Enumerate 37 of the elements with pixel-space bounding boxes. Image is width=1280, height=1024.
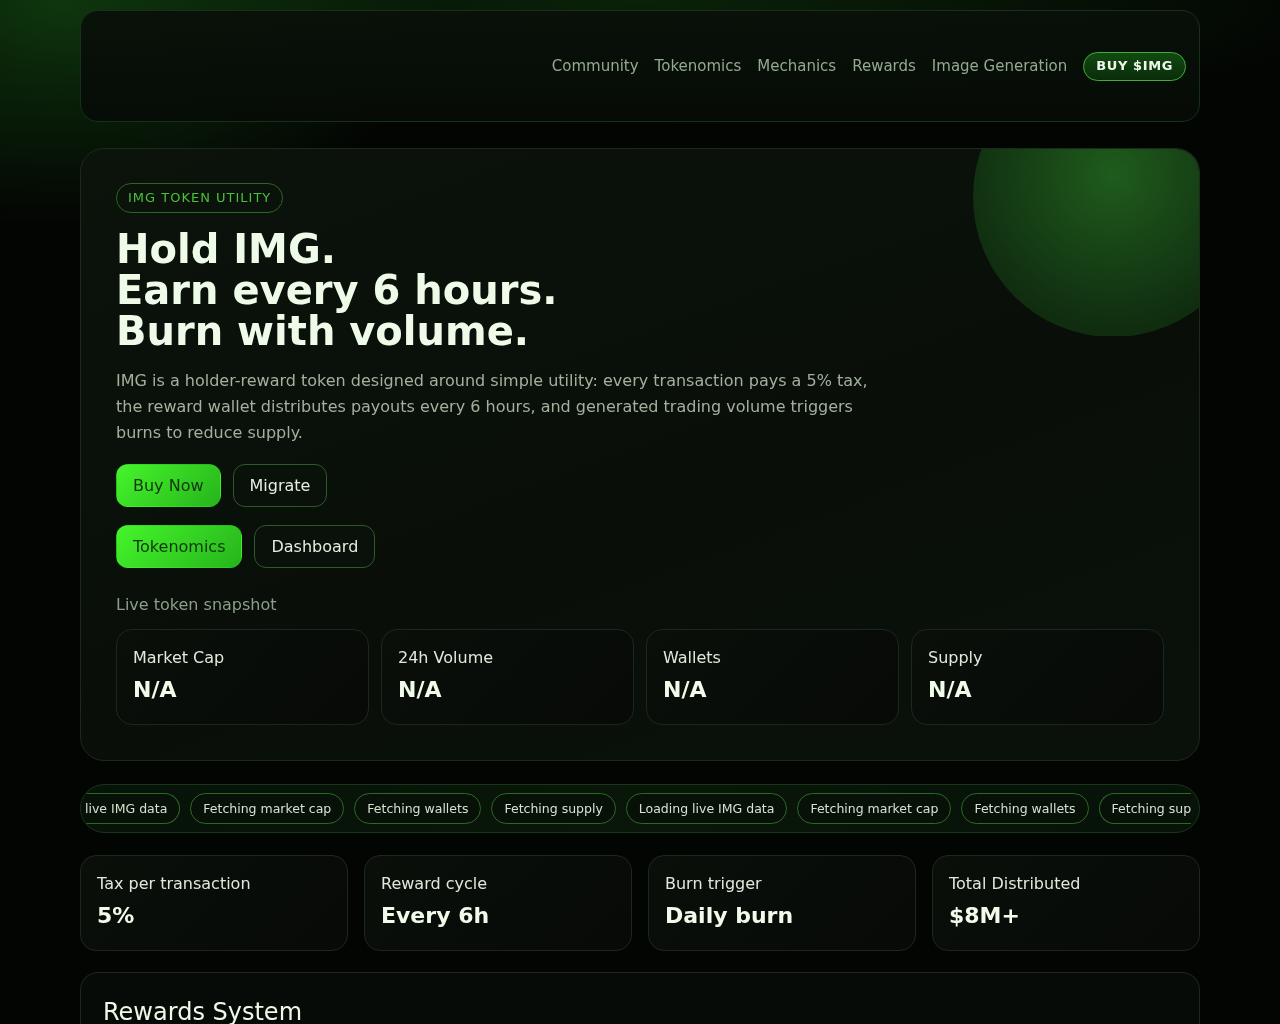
ticker-chip: Fetching wallets bbox=[961, 793, 1089, 824]
outline-button[interactable]: Migrate bbox=[232, 464, 328, 507]
stat-label: Burn trigger bbox=[665, 874, 763, 893]
ticker-chip: Loading live IMG data bbox=[625, 793, 788, 824]
snapshot-label: Live token snapshot bbox=[116, 595, 277, 614]
stat-value: 5% bbox=[97, 903, 136, 929]
hero-description: IMG is a holder-reward token designed around simple utility: every transaction pays a 5% tax, the reward wallet distributes payouts every 6 hours, and generated trading volume triggers burns to reduce supply. bbox=[116, 370, 869, 444]
stat-label: Wallets bbox=[663, 648, 722, 667]
stat-label: Supply bbox=[928, 648, 984, 667]
stat-label: 24h Volume bbox=[398, 648, 495, 667]
ticker-chip: live IMG data bbox=[81, 793, 181, 824]
stat-label: Market Cap bbox=[133, 648, 226, 667]
stat-value: N/A bbox=[398, 677, 443, 703]
nav-link[interactable]: Image Generation bbox=[931, 57, 1068, 75]
stat-value: N/A bbox=[928, 677, 973, 703]
primary-button[interactable]: Buy Now bbox=[116, 464, 221, 507]
ticker-chip: Fetching wallets bbox=[354, 793, 482, 824]
stat-label: Tax per transaction bbox=[97, 874, 252, 893]
nav-link[interactable]: Tokenomics bbox=[654, 57, 742, 75]
hero-heading: Hold IMG. Earn every 6 hours. Burn with volume. bbox=[116, 229, 558, 352]
stat-label: Reward cycle bbox=[381, 874, 489, 893]
buy-button[interactable]: BUY $IMG bbox=[1083, 51, 1186, 81]
primary-button[interactable]: Tokenomics bbox=[116, 525, 243, 568]
ticker-chip: Fetching supply bbox=[491, 793, 616, 824]
ticker-chip: Fetching sup bbox=[1098, 793, 1192, 824]
nav-link[interactable]: Mechanics bbox=[757, 57, 837, 75]
nav-link[interactable]: Community bbox=[551, 57, 639, 75]
stat-label: Total Distributed bbox=[949, 874, 1082, 893]
ticker-chip: Fetching market cap bbox=[190, 793, 345, 824]
stat-value: $8M+ bbox=[949, 903, 1021, 929]
stat-value: Daily burn bbox=[665, 903, 795, 929]
stat-value: N/A bbox=[663, 677, 708, 703]
ticker-chip: Fetching market cap bbox=[797, 793, 952, 824]
stat-value: N/A bbox=[133, 677, 178, 703]
nav-link[interactable]: Rewards bbox=[852, 57, 916, 75]
stat-value: Every 6h bbox=[381, 903, 491, 929]
outline-button[interactable]: Dashboard bbox=[254, 525, 376, 568]
